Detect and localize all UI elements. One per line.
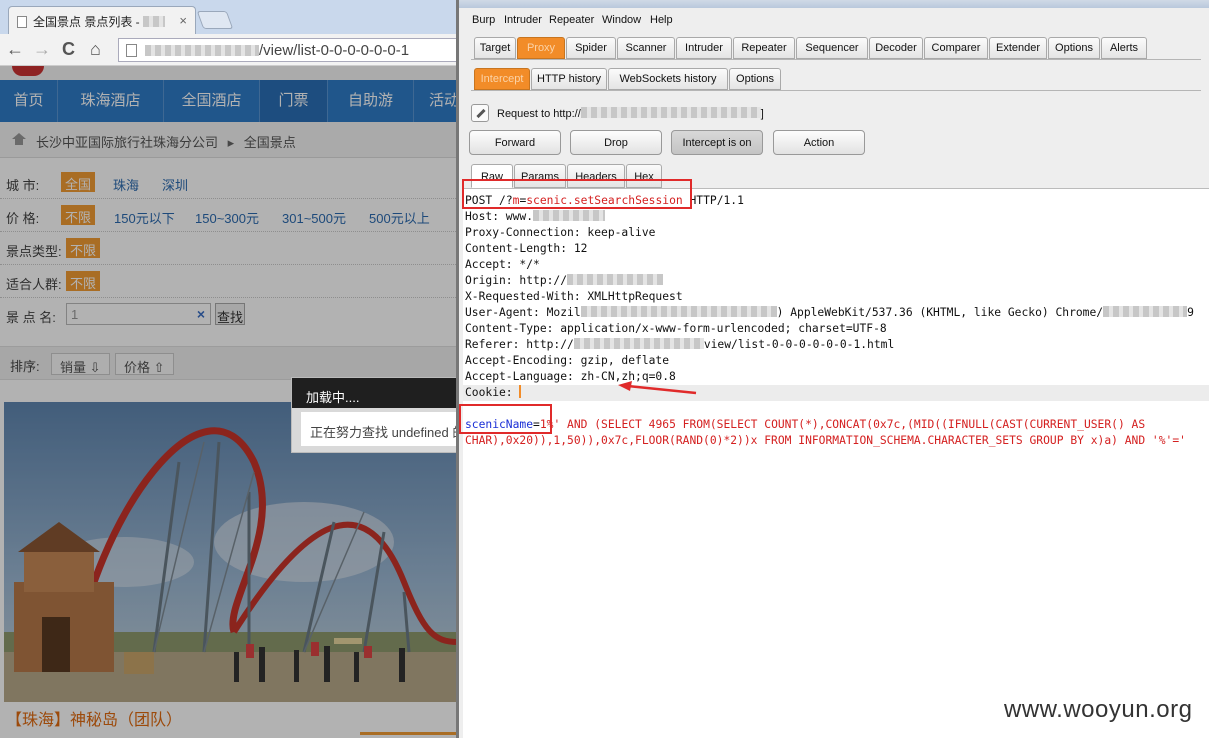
tab-sequencer[interactable]: Sequencer (796, 37, 868, 59)
menu-intruder[interactable]: Intruder (504, 14, 542, 26)
watermark: www.wooyun.org (1004, 696, 1193, 723)
browser-tab-title: 全国景点 景点列表 - (33, 15, 143, 29)
redacted-text (573, 338, 704, 349)
tab-http-history[interactable]: HTTP history (531, 68, 607, 90)
redacted-host (580, 107, 761, 118)
tab-spider[interactable]: Spider (566, 37, 616, 59)
header-text: Cookie: (465, 386, 513, 399)
redacted-text (580, 306, 777, 317)
browser-tabstrip: 全国景点 景点列表 - × (0, 0, 458, 34)
tab-decoder[interactable]: Decoder (869, 37, 923, 59)
header-accept-encoding: Accept-Encoding: gzip, deflate (465, 354, 670, 367)
header-x-requested-with: X-Requested-With: XMLHttpRequest (465, 290, 683, 303)
back-icon[interactable]: ← (6, 39, 24, 59)
loading-dialog: 加载中.... 正在努力查找 undefined 的 (291, 377, 458, 453)
request-target-label: Request to http:// (497, 108, 581, 120)
header-referer: Referer: http:// view/list-0-0-0-0-0-0-1.… (465, 337, 894, 353)
loading-title: 加载中.... (292, 378, 458, 408)
redacted-text (143, 16, 165, 27)
menu-burp[interactable]: Burp (472, 14, 495, 26)
tab-extender[interactable]: Extender (989, 37, 1047, 59)
header-cookie: Cookie: (465, 385, 521, 401)
tab-scanner[interactable]: Scanner (617, 37, 675, 59)
new-tab-button[interactable] (196, 11, 234, 29)
redacted-host (145, 45, 259, 56)
tab-options[interactable]: Options (1048, 37, 1100, 59)
forward-icon[interactable]: → (33, 39, 51, 59)
tab-intercept[interactable]: Intercept (474, 68, 530, 90)
header-text: view/list-0-0-0-0-0-0-1.html (703, 338, 895, 351)
header-accept: Accept: */* (465, 258, 540, 271)
text-caret (518, 385, 521, 398)
page-icon (126, 44, 137, 57)
website: 首页 珠海酒店 全国酒店 门票 自助游 活动 长沙中亚国际旅行社珠海分公司 ▸ … (0, 66, 458, 738)
address-text: /view/list-0-0-0-0-0-0-1 (259, 42, 410, 59)
intercept-toggle-button[interactable]: Intercept is on (671, 130, 763, 155)
header-text: Host: www. (465, 210, 534, 223)
action-button[interactable]: Action (773, 130, 865, 155)
body-line-2: CHAR),0x20)),1,50)),0x7c,FLOOR(RAND(0)*2… (465, 434, 1186, 447)
title-bar (459, 0, 1209, 8)
tab-proxy[interactable]: Proxy (517, 37, 565, 59)
raw-request-editor[interactable]: POST /?m=scenic.setSearchSession HTTP/1.… (463, 188, 1209, 738)
header-host: Host: www. (465, 209, 606, 225)
tab-proxy-options[interactable]: Options (729, 68, 781, 90)
header-text: Referer: http:// (465, 338, 574, 351)
redacted-text (1103, 306, 1188, 317)
burp-suite-window: Burp Intruder Repeater Window Help Targe… (459, 0, 1209, 738)
page-icon (17, 16, 27, 28)
tab-websockets-history[interactable]: WebSockets history (608, 68, 728, 90)
header-text: User-Agent: Mozil (465, 306, 581, 319)
tab-panel-border (471, 59, 1201, 60)
reload-icon[interactable]: C (62, 39, 75, 59)
menu-repeater[interactable]: Repeater (549, 14, 594, 26)
header-user-agent: User-Agent: Mozil ) AppleWebKit/537.36 (K… (465, 305, 1194, 321)
tab-repeater[interactable]: Repeater (733, 37, 795, 59)
header-proxy-connection: Proxy-Connection: keep-alive (465, 226, 656, 239)
tab-target[interactable]: Target (474, 37, 516, 59)
address-bar[interactable]: /view/list-0-0-0-0-0-0-1 (118, 38, 458, 62)
header-text: ) AppleWebKit/537.36 (KHTML, like Gecko)… (776, 306, 1104, 319)
tab-panel-border (471, 90, 1201, 91)
loading-message: 正在努力查找 undefined 的 (301, 412, 458, 446)
header-text: Origin: http:// (465, 274, 568, 287)
tab-intruder[interactable]: Intruder (676, 37, 732, 59)
drop-button[interactable]: Drop (570, 130, 662, 155)
highlight-box-request-line (462, 179, 692, 209)
annotation-arrow-icon (618, 381, 697, 395)
sqli-payload: %' AND (SELECT 4965 FROM(SELECT COUNT(*)… (546, 418, 1146, 431)
forward-button[interactable]: Forward (469, 130, 561, 155)
body-line-1: scenicName=1%' AND (SELECT 4965 FROM(SEL… (465, 417, 1145, 433)
home-icon[interactable]: ⌂ (90, 39, 101, 59)
redacted-text (533, 210, 606, 221)
tab-comparer[interactable]: Comparer (924, 37, 988, 59)
browser-window: 全国景点 景点列表 - × ← → C ⌂ /view/list-0-0-0-0… (0, 0, 458, 738)
browser-tab[interactable]: 全国景点 景点列表 - × (8, 6, 196, 34)
header-content-length: Content-Length: 12 (465, 242, 588, 255)
menu-bar: Burp Intruder Repeater Window Help (459, 10, 1209, 32)
menu-help[interactable]: Help (650, 14, 673, 26)
highlight-box-body-param (459, 404, 552, 434)
current-line-highlight (463, 385, 1209, 401)
header-origin: Origin: http:// (465, 273, 664, 289)
header-text: 9 (1187, 306, 1194, 319)
menu-window[interactable]: Window (602, 14, 641, 26)
tab-alerts[interactable]: Alerts (1101, 37, 1147, 59)
request-target: Request to http://] (497, 107, 764, 120)
header-content-type: Content-Type: application/x-www-form-url… (465, 322, 887, 335)
redacted-text (567, 274, 664, 285)
browser-toolbar: ← → C ⌂ /view/list-0-0-0-0-0-0-1 (0, 34, 458, 66)
pencil-icon[interactable] (471, 104, 489, 122)
close-tab-icon[interactable]: × (179, 13, 187, 28)
